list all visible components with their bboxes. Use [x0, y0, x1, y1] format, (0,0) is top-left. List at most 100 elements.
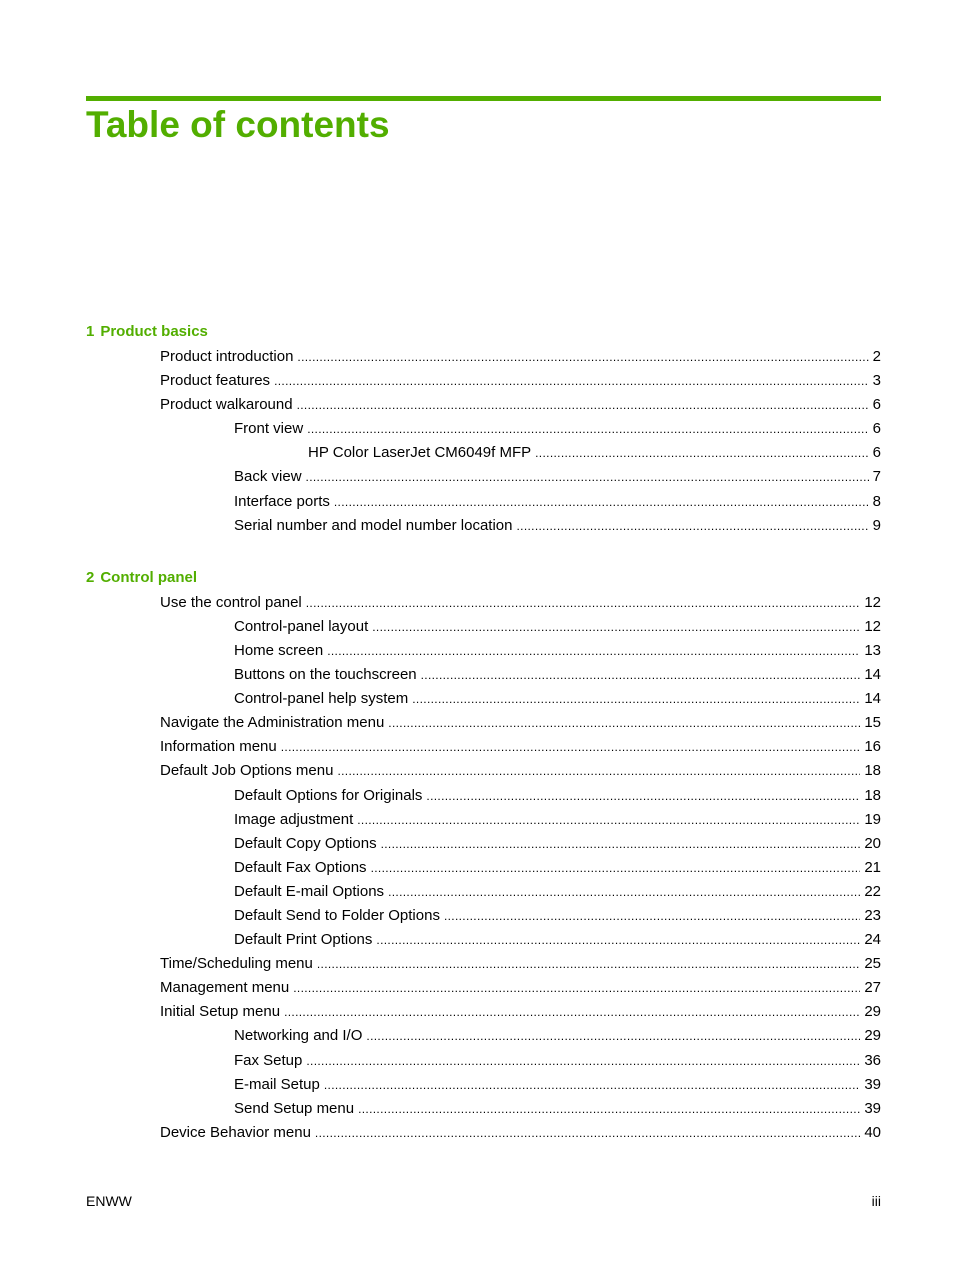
toc-entry-link[interactable]: Default Copy Options 20: [86, 832, 881, 856]
toc-entry-label: Default Print Options: [234, 931, 373, 949]
toc-entry-label: Product introduction: [160, 348, 294, 365]
toc-entry-label: Back view: [234, 468, 302, 486]
toc-entry-page-number: 20: [864, 834, 881, 852]
toc-entry-link[interactable]: Serial number and model number location 9: [86, 514, 881, 538]
dot-leader: [412, 687, 860, 711]
toc-entry-link[interactable]: HP Color LaserJet CM6049f MFP 6: [86, 441, 881, 465]
toc-entry-link[interactable]: Control-panel layout 12: [86, 615, 881, 639]
toc-entry-link[interactable]: Product introduction 2: [86, 345, 881, 369]
toc-entry-link[interactable]: Front view 6: [86, 417, 881, 441]
toc-entry-page-number: 14: [864, 666, 881, 684]
dot-leader: [297, 393, 869, 417]
dot-leader: [426, 784, 860, 808]
toc-entry-link[interactable]: Product walkaround 6: [86, 393, 881, 417]
toc-entry-page-number: 6: [872, 420, 881, 438]
toc-entry-page-number: 22: [864, 882, 881, 900]
toc-entry-link[interactable]: Default Send to Folder Options 23: [86, 904, 881, 928]
toc-entry-label: Default Copy Options: [234, 834, 377, 852]
toc-entry-page-number: 12: [864, 593, 881, 611]
footer-label: ENWW: [86, 1193, 132, 1209]
toc-entry-page-number: 29: [864, 1027, 881, 1045]
toc-entry-label: Buttons on the touchscreen: [234, 666, 417, 684]
dot-leader: [293, 976, 860, 1000]
chapter-number: 1: [86, 323, 95, 340]
dot-leader: [274, 369, 869, 393]
toc-entry-label: Default Send to Folder Options: [234, 906, 440, 924]
dot-leader: [327, 639, 860, 663]
chapter-title: Control panel: [100, 568, 198, 586]
dot-leader: [381, 832, 861, 856]
toc-entry-link[interactable]: Default Print Options 24: [86, 928, 881, 952]
toc-entry-page-number: 7: [872, 468, 881, 486]
toc-entry-page-number: 6: [872, 444, 881, 462]
dot-leader: [517, 514, 869, 538]
toc-entry-link[interactable]: Time/Scheduling menu 25: [86, 952, 881, 976]
toc-entry-link[interactable]: Use the control panel 12: [86, 591, 881, 615]
toc-entry-page-number: 36: [864, 1051, 881, 1069]
toc-entry-link[interactable]: Navigate the Administration menu 15: [86, 711, 881, 735]
table-of-contents: 1Product basicsProduct introduction2Prod…: [86, 320, 881, 1145]
toc-entry-link[interactable]: Default E-mail Options 22: [86, 880, 881, 904]
toc-entry-page-number: 39: [864, 1075, 881, 1093]
dot-leader: [317, 952, 860, 976]
toc-entry-link[interactable]: Default Fax Options 21: [86, 856, 881, 880]
toc-entry-link[interactable]: Default Job Options menu 18: [86, 759, 881, 783]
toc-entry-link[interactable]: Control-panel help system 14: [86, 687, 881, 711]
toc-entry-label: Product features: [160, 372, 271, 390]
dot-leader: [306, 1049, 860, 1073]
toc-entry-page-number: 29: [864, 1003, 881, 1021]
dot-leader: [357, 808, 860, 832]
toc-entry-page-number: 13: [864, 641, 881, 659]
toc-entry-page-number: 39: [864, 1099, 881, 1117]
toc-entry-page-number: 15: [864, 714, 881, 732]
toc-entry-label: Front view: [234, 420, 304, 438]
toc-entry-label: Control-panel layout: [234, 617, 369, 635]
chapter-heading-link[interactable]: 2 Control panel: [86, 566, 881, 590]
toc-entry-link[interactable]: Networking and I/O 29: [86, 1024, 881, 1048]
toc-entry-page-number: 14: [864, 690, 881, 708]
page-title: Table of contents: [86, 104, 390, 145]
toc-entry-link[interactable]: Information menu 16: [86, 735, 881, 759]
toc-entry-label: Initial Setup menu: [160, 1003, 281, 1021]
toc-entry-page-number: 27: [864, 979, 881, 997]
dot-leader: [366, 1024, 860, 1048]
toc-entry-link[interactable]: Device Behavior menu 40: [86, 1121, 881, 1145]
toc-entry-page-number: 6: [872, 396, 881, 414]
toc-entry-label: Serial number and model number location: [234, 516, 513, 534]
chapter-heading-link[interactable]: 1 Product basics: [86, 320, 881, 344]
toc-entry-link[interactable]: Back view 7: [86, 465, 881, 489]
toc-entry-label: Product walkaround: [160, 396, 293, 414]
toc-entry-label: Home screen: [234, 641, 324, 659]
toc-entry-label: Use the control panel: [160, 593, 302, 611]
dot-leader: [421, 663, 861, 687]
toc-entry-link[interactable]: Initial Setup menu 29: [86, 1000, 881, 1024]
toc-entry-label: Navigate the Administration menu: [160, 714, 385, 732]
toc-entry-link[interactable]: Management menu 27: [86, 976, 881, 1000]
chapter-title: Product basics: [100, 323, 208, 340]
toc-entry-link[interactable]: Home screen 13: [86, 639, 881, 663]
dot-leader: [371, 856, 861, 880]
toc-entry-label: E-mail Setup: [234, 1075, 320, 1093]
chapter-section: 2Control panel Use the control panel 12 Con…: [86, 566, 881, 1145]
toc-entry-link[interactable]: Default Options for Originals 18: [86, 784, 881, 808]
toc-entry-link[interactable]: Image adjustment 19: [86, 808, 881, 832]
toc-entry-page-number: 18: [864, 762, 881, 780]
dot-leader: [306, 465, 869, 489]
dot-leader: [297, 345, 868, 369]
toc-entry-link[interactable]: E-mail Setup 39: [86, 1073, 881, 1097]
dot-leader: [358, 1097, 860, 1121]
toc-entry-page-number: 3: [872, 372, 881, 390]
dot-leader: [372, 615, 860, 639]
dot-leader: [388, 880, 860, 904]
toc-entry-label: Default E-mail Options: [234, 882, 385, 900]
toc-entry-label: Default Options for Originals: [234, 786, 423, 804]
toc-entry-link[interactable]: Send Setup menu 39: [86, 1097, 881, 1121]
toc-entry-page-number: 18: [864, 786, 881, 804]
toc-entry-link[interactable]: Buttons on the touchscreen 14: [86, 663, 881, 687]
dot-leader: [306, 591, 861, 615]
toc-entry-link[interactable]: Fax Setup 36: [86, 1049, 881, 1073]
dot-leader: [284, 1000, 860, 1024]
chapter-section: 1Product basicsProduct introduction2Prod…: [86, 320, 881, 538]
toc-entry-link[interactable]: Interface ports 8: [86, 490, 881, 514]
toc-entry-link[interactable]: Product features 3: [86, 369, 881, 393]
